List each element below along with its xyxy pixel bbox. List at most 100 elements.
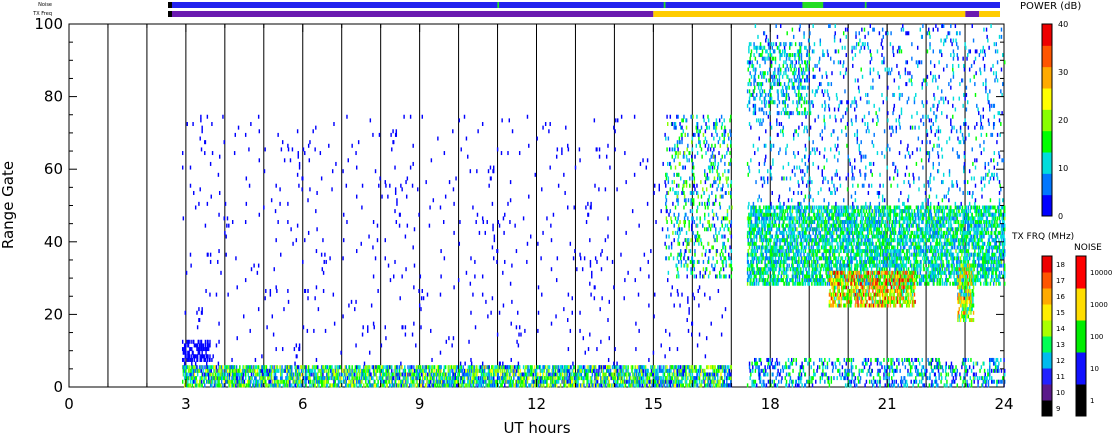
echo-cell (235, 256, 237, 261)
echo-cell (357, 365, 360, 370)
echo-cell (665, 245, 668, 250)
echo-cell (697, 234, 699, 239)
echo-cell (236, 336, 238, 341)
echo-cell (411, 372, 413, 377)
echo-cell (791, 227, 793, 232)
echo-cell (268, 372, 271, 377)
echo-cell (418, 372, 421, 377)
echo-cell (397, 372, 399, 377)
echo-cell (687, 296, 689, 301)
echo-cell (314, 368, 316, 373)
echo-cell (426, 372, 429, 377)
echo-cell (596, 372, 598, 377)
echo-cell (205, 376, 207, 381)
echo-cell (713, 125, 715, 130)
echo-cell (439, 372, 442, 377)
echo-cell (614, 147, 616, 152)
echo-cell (307, 368, 310, 373)
echo-cell (693, 267, 696, 272)
echo-cell (752, 212, 755, 217)
echo-cell (270, 368, 272, 373)
echo-cell (270, 365, 273, 370)
echo-cell (508, 118, 511, 123)
echo-cell (691, 140, 693, 145)
echo-cell (571, 376, 573, 381)
echo-cell (243, 383, 246, 388)
echo-cell (372, 321, 375, 326)
echo-cell (792, 245, 795, 250)
echo-cell (336, 365, 338, 370)
echo-cell (267, 372, 270, 377)
echo-cell (730, 274, 733, 279)
echo-cell (265, 372, 267, 377)
echo-cell (671, 147, 673, 152)
echo-cell (450, 383, 453, 388)
echo-cell (328, 368, 330, 373)
echo-cell (666, 220, 668, 225)
echo-cell (752, 245, 754, 250)
echo-cell (460, 376, 462, 381)
echo-cell (296, 223, 299, 228)
echo-cell (457, 376, 459, 381)
echo-cell (314, 365, 316, 370)
echo-cell (363, 383, 365, 388)
echo-cell (306, 376, 309, 381)
echo-cell (358, 383, 361, 388)
echo-cell (624, 383, 627, 388)
echo-cell (537, 241, 539, 246)
echo-cell (646, 379, 649, 384)
echo-cell (365, 372, 367, 377)
echo-cell (222, 383, 224, 388)
echo-cell (312, 129, 314, 134)
echo-cell (247, 372, 249, 377)
echo-cell (444, 365, 447, 370)
echo-cell (691, 321, 694, 326)
echo-cell (695, 376, 698, 381)
echo-cell (761, 241, 764, 246)
echo-cell (765, 241, 768, 246)
echo-cell (250, 379, 252, 384)
echo-cell (728, 274, 731, 279)
echo-cell (226, 368, 229, 373)
echo-cell (210, 372, 212, 377)
echo-cell (516, 339, 518, 344)
echo-cell (791, 241, 794, 246)
echo-cell (620, 372, 623, 377)
echo-cell (430, 158, 433, 163)
echo-cell (704, 292, 706, 297)
echo-cell (587, 372, 589, 377)
echo-cell (704, 172, 706, 177)
echo-cell (683, 154, 685, 159)
echo-cell (665, 198, 668, 203)
echo-cell (259, 383, 262, 388)
echo-cell (699, 129, 701, 134)
echo-cell (779, 278, 781, 283)
echo-cell (396, 372, 398, 377)
echo-cell (330, 368, 333, 373)
echo-cell (570, 365, 572, 370)
echo-cell (185, 343, 187, 348)
echo-cell (504, 259, 506, 264)
echo-cell (679, 368, 681, 373)
echo-cell (786, 216, 788, 221)
echo-cell (616, 361, 618, 366)
echo-cell (713, 234, 715, 239)
echo-cell (796, 274, 799, 279)
echo-cell (537, 328, 539, 333)
echo-cell (598, 187, 600, 192)
echo-cell (301, 365, 303, 370)
echo-cell (675, 376, 677, 381)
echo-cell (363, 376, 366, 381)
echo-cell (681, 227, 683, 232)
echo-cell (319, 151, 322, 156)
echo-cell (281, 376, 283, 381)
echo-cell (704, 270, 707, 275)
echo-cell (357, 368, 360, 373)
echo-cell (713, 372, 716, 377)
echo-cell (456, 365, 459, 370)
echo-cell (784, 227, 786, 232)
echo-cell (614, 365, 616, 370)
echo-cell (652, 372, 655, 377)
echo-cell (194, 354, 197, 359)
echo-cell (669, 114, 672, 119)
